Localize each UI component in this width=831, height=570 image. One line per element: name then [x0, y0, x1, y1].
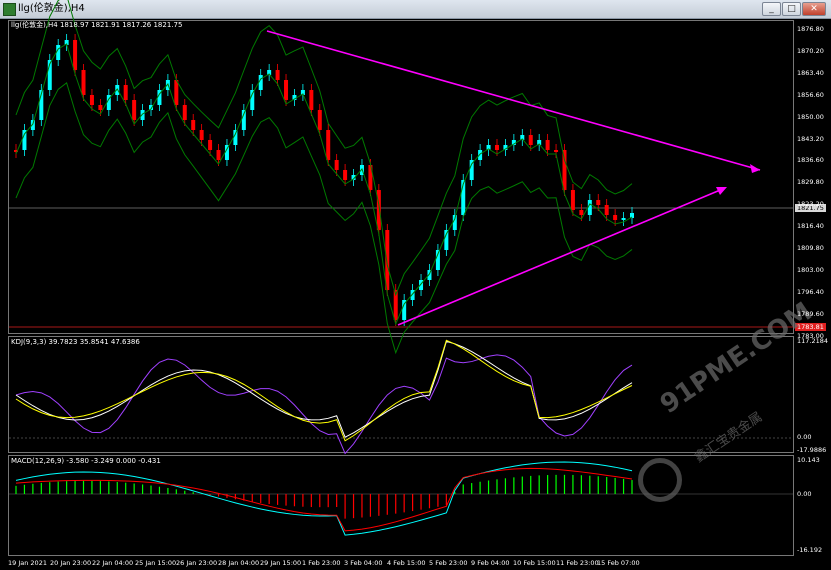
lower-trendline [397, 187, 726, 326]
candle-body [528, 135, 533, 145]
candle-body [216, 150, 221, 160]
candle-body [343, 170, 348, 180]
price-tick: 1863.40 [797, 68, 824, 77]
macd-line [15, 461, 633, 536]
chart-window: llg(伦敦金),H4 _ □ ✕ llg(伦敦金),H4 1818.97 18… [0, 0, 831, 570]
band-lower [15, 82, 633, 355]
candle-body [317, 110, 322, 130]
time-tick: 26 Jan 23:00 [176, 559, 218, 567]
time-tick: 1 Feb 23:00 [302, 559, 341, 567]
band-middle [15, 43, 633, 326]
candle-body [494, 145, 499, 150]
price-panel-label: llg(伦敦金),H4 1818.97 1821.91 1817.26 1821… [11, 21, 183, 29]
time-tick: 11 Feb 23:00 [556, 559, 599, 567]
price-tick: 1850.00 [797, 112, 824, 121]
candle-body [174, 80, 179, 105]
candle-body [562, 150, 567, 190]
candle-body [208, 140, 213, 150]
candle-body [326, 130, 331, 160]
kdj-panel-label: KDJ(9,3,3) 39.7823 35.8541 47.6386 [11, 338, 140, 346]
time-tick: 28 Jan 04:00 [218, 559, 260, 567]
time-tick: 22 Jan 04:00 [92, 559, 134, 567]
macd-axis-zero: 0.00 [797, 490, 812, 498]
time-tick: 9 Feb 04:00 [471, 559, 510, 567]
kdj-j-line [15, 354, 633, 455]
candle-body [621, 218, 626, 220]
time-tick: 5 Feb 23:00 [429, 559, 468, 567]
candle-body [596, 200, 601, 205]
price-tick: 1876.80 [797, 25, 824, 33]
price-tick: 1823.20 [797, 200, 824, 209]
candle-body [604, 205, 609, 215]
price-tick: 1796.40 [797, 287, 824, 296]
time-tick: 20 Jan 23:00 [50, 559, 92, 567]
price-tick: 1809.80 [797, 244, 824, 252]
candle-body [613, 215, 618, 220]
price-tick: 1870.20 [797, 46, 824, 55]
macd-axis-max: 10.143 [797, 456, 820, 464]
candle-body [334, 160, 339, 170]
time-tick: 4 Feb 15:00 [387, 559, 426, 567]
time-tick: 15 Feb 07:00 [597, 559, 640, 567]
time-tick: 3 Feb 04:00 [344, 559, 383, 567]
price-tick: 1829.80 [797, 178, 824, 187]
candle-body [81, 70, 86, 95]
candle-body [191, 120, 196, 130]
price-tick: 1789.60 [797, 309, 824, 318]
kdj-axis-min: -17.9886 [797, 446, 827, 454]
candle-body [123, 85, 128, 100]
candle-body [98, 105, 103, 110]
price-tick: 1843.20 [797, 134, 824, 143]
candle-body [284, 80, 289, 100]
candle-body [132, 100, 137, 120]
chart-canvas[interactable] [0, 0, 831, 570]
price-tick: 1836.60 [797, 156, 824, 165]
candle-body [554, 150, 559, 152]
upper-trendline-arrow [750, 164, 760, 173]
price-tick: 1856.60 [797, 90, 824, 99]
time-tick: 25 Jan 15:00 [135, 559, 177, 567]
time-tick: 29 Jan 15:00 [260, 559, 302, 567]
price-tick: 1803.00 [797, 265, 824, 274]
time-tick: 10 Feb 15:00 [513, 559, 556, 567]
candle-body [89, 95, 94, 105]
kdj-axis-zero: 0.00 [797, 433, 812, 441]
macd-panel-label: MACD(12,26,9) -3.580 -3.249 0.000 -0.431 [11, 457, 161, 465]
time-tick: 19 Jan 2021 [8, 559, 47, 567]
kdj-d-line [15, 339, 633, 442]
price-tick: 1783.00 [797, 331, 824, 340]
macd-axis-min: -16.192 [797, 546, 823, 554]
candle-body [570, 190, 575, 210]
candle-body [199, 130, 204, 140]
price-tick: 1816.40 [797, 222, 824, 231]
candle-body [73, 40, 78, 70]
candle-body [182, 105, 187, 120]
watermark-logo [638, 458, 682, 502]
candle-body [545, 140, 550, 150]
candle-body [275, 70, 280, 80]
candle-body [309, 90, 314, 110]
candle-body [579, 210, 584, 215]
